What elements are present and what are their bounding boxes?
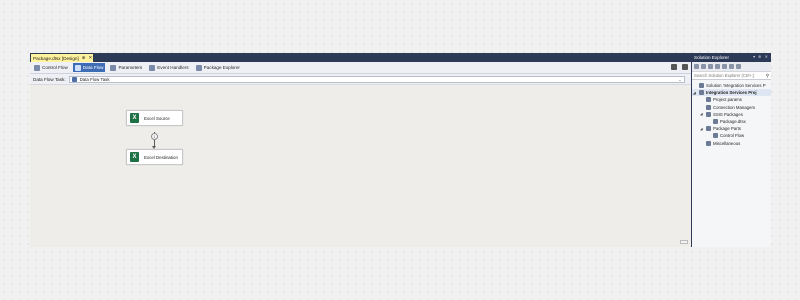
tree-item-label: Connection Managers — [713, 104, 756, 110]
search-icon[interactable]: ⚲ — [766, 73, 769, 79]
solution-explorer-title-bar: Solution Explorer ▾ ⊕ ✕ — [692, 53, 771, 62]
forward-icon[interactable] — [701, 64, 706, 69]
excel-destination-component[interactable]: X Excel Destination — [126, 149, 183, 165]
control-flow-icon — [34, 64, 40, 71]
data-flow-task-select[interactable]: Data Flow Task ⌄ — [68, 75, 685, 83]
zoom-control-icon[interactable] — [680, 240, 688, 244]
tree-item-label: Solution 'Integration Services P — [706, 83, 766, 89]
folder-icon — [713, 133, 718, 139]
tree-item-project[interactable]: ◢ Integration Services Proj — [692, 89, 771, 97]
properties-icon[interactable] — [736, 64, 741, 69]
parameters-icon — [110, 64, 117, 71]
data-flow-task-bar: Data Flow Task: Data Flow Task ⌄ — [30, 74, 691, 85]
tree-item-control-flow[interactable]: Control Flow — [692, 132, 771, 139]
document-tab-title: Package.dtsx [Design] — [33, 55, 79, 61]
package-explorer-icon — [195, 64, 202, 71]
tab-parameters[interactable]: Parameters — [108, 63, 144, 72]
sync-icon[interactable] — [715, 64, 720, 69]
params-icon — [706, 97, 711, 103]
tree-item-label: Control Flow — [720, 133, 745, 139]
event-handlers-icon — [149, 64, 156, 71]
project-icon — [699, 90, 704, 96]
tree-item-label: Package Parts — [713, 126, 741, 132]
solution-explorer: Solution Explorer ▾ ⊕ ✕ Search Solution … — [692, 53, 771, 247]
variables-icon[interactable] — [682, 64, 688, 70]
tree-item-package-parts[interactable]: ◢ Package Parts — [692, 125, 771, 132]
solution-explorer-toolbar — [692, 62, 771, 72]
tab-data-flow[interactable]: Data Flow — [72, 63, 106, 72]
zoom-icon[interactable] — [671, 64, 677, 70]
excel-icon: X — [130, 113, 139, 123]
pin-icon[interactable]: ⊕ — [82, 55, 86, 61]
excel-icon: X — [130, 152, 139, 162]
tree-item-ssis-packages[interactable]: ◢ SSIS Packages — [692, 111, 771, 118]
component-label: Excel Destination — [144, 154, 178, 160]
data-flow-task-label: Data Flow Task: — [33, 76, 66, 82]
tree-item-label: Miscellaneous — [713, 140, 741, 146]
folder-icon — [706, 111, 711, 117]
tab-label: Data Flow — [82, 65, 104, 70]
tree-item-package-dtsx[interactable]: Package.dtsx — [692, 118, 771, 125]
ssis-designer: Package.dtsx [Design] ⊕ ✕ Control Flow D… — [30, 53, 691, 247]
designer-toolbar-icons — [671, 64, 688, 70]
solution-icon — [699, 83, 704, 89]
tree-item-label: Integration Services Proj — [706, 90, 757, 96]
tab-label: Package Explorer — [203, 65, 240, 70]
home-icon[interactable] — [708, 64, 713, 69]
design-canvas[interactable]: X Excel Source 1 X Excel Destination — [30, 85, 691, 247]
tree-item-project-params[interactable]: Project.params — [692, 96, 771, 103]
folder-icon — [706, 140, 711, 146]
back-icon[interactable] — [694, 64, 699, 69]
folder-icon — [706, 126, 711, 132]
document-tab-bar: Package.dtsx [Design] ⊕ ✕ — [30, 53, 691, 62]
solution-tree: Solution 'Integration Services P ◢ Integ… — [692, 80, 771, 147]
tab-control-flow[interactable]: Control Flow — [32, 63, 70, 72]
solution-explorer-title: Solution Explorer — [694, 55, 729, 60]
data-flow-icon — [74, 64, 81, 71]
tree-item-miscellaneous[interactable]: Miscellaneous — [692, 140, 771, 147]
tree-item-label: Package.dtsx — [720, 119, 746, 125]
tab-label: Event Handlers — [157, 65, 189, 70]
component-label: Excel Source — [144, 115, 170, 121]
close-icon[interactable]: ✕ — [89, 55, 93, 61]
collapse-all-icon[interactable] — [729, 64, 734, 69]
data-flow-task-icon — [71, 76, 77, 82]
refresh-icon[interactable] — [722, 64, 727, 69]
panel-window-buttons[interactable]: ▾ ⊕ ✕ — [753, 54, 769, 59]
tab-label: Parameters — [118, 65, 143, 70]
package-icon — [713, 119, 718, 125]
tree-item-label: Project.params — [713, 97, 742, 103]
data-path-node[interactable]: 1 — [151, 133, 158, 140]
tab-label: Control Flow — [42, 65, 68, 70]
chevron-down-icon[interactable]: ⌄ — [678, 77, 681, 82]
tree-expander[interactable]: ◢ — [693, 91, 697, 95]
solution-explorer-search[interactable]: Search Solution Explorer (Ctrl+;) ⚲ — [692, 72, 771, 80]
folder-icon — [706, 104, 711, 110]
tab-package-explorer[interactable]: Package Explorer — [194, 63, 242, 72]
visual-studio-window: Package.dtsx [Design] ⊕ ✕ Control Flow D… — [30, 53, 771, 247]
tab-event-handlers[interactable]: Event Handlers — [147, 63, 190, 72]
data-flow-task-value: Data Flow Task — [79, 76, 110, 82]
tree-item-connection-managers[interactable]: Connection Managers — [692, 104, 771, 111]
tree-expander[interactable]: ◢ — [700, 127, 704, 131]
tree-expander[interactable]: ◢ — [700, 112, 704, 116]
search-placeholder: Search Solution Explorer (Ctrl+;) — [694, 73, 755, 78]
excel-source-component[interactable]: X Excel Source — [126, 110, 183, 126]
document-tab[interactable]: Package.dtsx [Design] ⊕ ✕ — [31, 54, 93, 62]
tree-item-label: SSIS Packages — [713, 111, 743, 117]
tree-item-solution[interactable]: Solution 'Integration Services P — [692, 82, 771, 89]
designer-tab-strip: Control Flow Data Flow Parameters Event … — [30, 62, 691, 74]
